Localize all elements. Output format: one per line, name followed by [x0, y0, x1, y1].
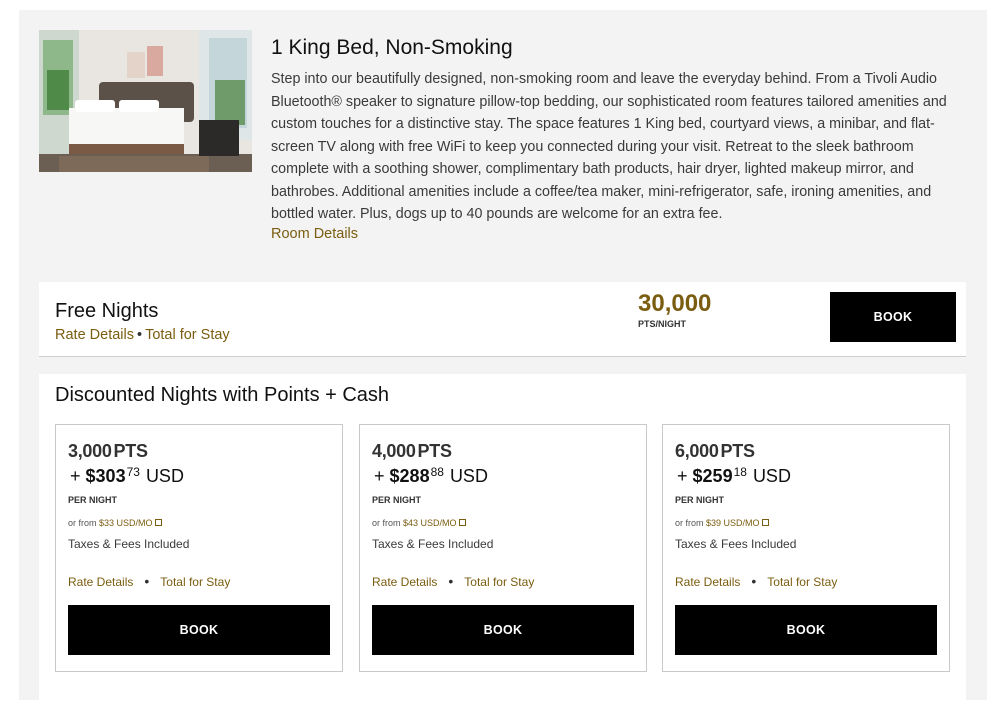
monthly-financing: or from $39 USD/MO [675, 518, 769, 528]
currency: USD [145, 466, 184, 486]
points-cash-option: 6,000 PTS + $25918 USD PER NIGHT or from $… [662, 424, 950, 672]
discounted-nights-card: Discounted Nights with Points + Cash 3,0… [39, 374, 966, 704]
option-points: 4,000 PTS [372, 441, 452, 462]
total-for-stay-link[interactable]: Total for Stay [464, 575, 534, 589]
free-nights-points-unit: PTS/NIGHT [638, 319, 687, 329]
points-value: 4,000 [372, 441, 416, 461]
cash-cents: 18 [733, 465, 747, 479]
points-unit: PTS [417, 441, 452, 461]
option-points: 3,000 PTS [68, 441, 148, 462]
cash-cents: 73 [126, 465, 140, 479]
option-cash: + $30373 USD [70, 465, 184, 487]
points-cash-option: 4,000 PTS + $28888 USD PER NIGHT or from $… [359, 424, 647, 672]
plus-sign: + [70, 466, 81, 486]
currency: USD [449, 466, 488, 486]
free-nights-title: Free Nights [55, 300, 159, 322]
taxes-note: Taxes & Fees Included [675, 537, 797, 551]
taxes-note: Taxes & Fees Included [68, 537, 190, 551]
total-for-stay-link[interactable]: Total for Stay [145, 327, 230, 343]
rate-details-link[interactable]: Rate Details [372, 575, 437, 589]
free-nights-book-button[interactable]: BOOK [830, 292, 956, 342]
free-nights-card: Free Nights Rate Details • Total for Stay … [39, 282, 966, 357]
per-night-label: PER NIGHT [675, 495, 725, 505]
option-points: 6,000 PTS [675, 441, 755, 462]
separator-dot: • [751, 573, 757, 589]
external-link-icon [154, 519, 162, 526]
cash-dollars: $259 [692, 466, 733, 486]
option-links: Rate Details • Total for Stay [675, 573, 837, 589]
cash-cents: 88 [430, 465, 444, 479]
option-book-button[interactable]: BOOK [68, 605, 330, 655]
rate-details-link[interactable]: Rate Details [55, 327, 134, 343]
from-prefix: or from [675, 518, 704, 528]
points-value: 6,000 [675, 441, 719, 461]
external-link-icon [761, 519, 769, 526]
room-rate-panel: 1 King Bed, Non-Smoking Step into our be… [19, 10, 987, 704]
cash-dollars: $288 [389, 466, 430, 486]
taxes-note: Taxes & Fees Included [372, 537, 494, 551]
free-nights-points: 30,000 [638, 290, 712, 317]
total-for-stay-link[interactable]: Total for Stay [767, 575, 837, 589]
plus-sign: + [374, 466, 385, 486]
plus-sign: + [677, 466, 688, 486]
option-cash: + $28888 USD [374, 465, 488, 487]
discounted-nights-title: Discounted Nights with Points + Cash [55, 384, 390, 406]
from-prefix: or from [372, 518, 401, 528]
option-book-button[interactable]: BOOK [372, 605, 634, 655]
total-for-stay-link[interactable]: Total for Stay [160, 575, 230, 589]
room-details-link[interactable]: Room Details [271, 226, 358, 242]
cash-dollars: $303 [85, 466, 126, 486]
rate-details-link[interactable]: Rate Details [675, 575, 740, 589]
points-value: 3,000 [68, 441, 112, 461]
option-book-button[interactable]: BOOK [675, 605, 937, 655]
external-link-icon [458, 519, 466, 526]
points-cash-option: 3,000 PTS + $30373 USD PER NIGHT or from $… [55, 424, 343, 672]
room-title: 1 King Bed, Non-Smoking [271, 36, 513, 59]
points-unit: PTS [720, 441, 755, 461]
option-cash: + $25918 USD [677, 465, 791, 487]
free-nights-links: Rate Details • Total for Stay [55, 327, 230, 343]
points-unit: PTS [113, 441, 148, 461]
separator-dot: • [136, 327, 143, 343]
monthly-price-link[interactable]: $33 USD/MO [99, 518, 153, 528]
from-prefix: or from [68, 518, 97, 528]
currency: USD [752, 466, 791, 486]
rate-details-link[interactable]: Rate Details [68, 575, 133, 589]
per-night-label: PER NIGHT [372, 495, 422, 505]
monthly-financing: or from $33 USD/MO [68, 518, 162, 528]
separator-dot: • [448, 573, 454, 589]
monthly-financing: or from $43 USD/MO [372, 518, 466, 528]
separator-dot: • [144, 573, 150, 589]
room-photo [39, 30, 252, 172]
option-links: Rate Details • Total for Stay [68, 573, 230, 589]
monthly-price-link[interactable]: $43 USD/MO [403, 518, 457, 528]
per-night-label: PER NIGHT [68, 495, 118, 505]
option-links: Rate Details • Total for Stay [372, 573, 534, 589]
room-description: Step into our beautifully designed, non-… [271, 71, 947, 222]
monthly-price-link[interactable]: $39 USD/MO [706, 518, 760, 528]
